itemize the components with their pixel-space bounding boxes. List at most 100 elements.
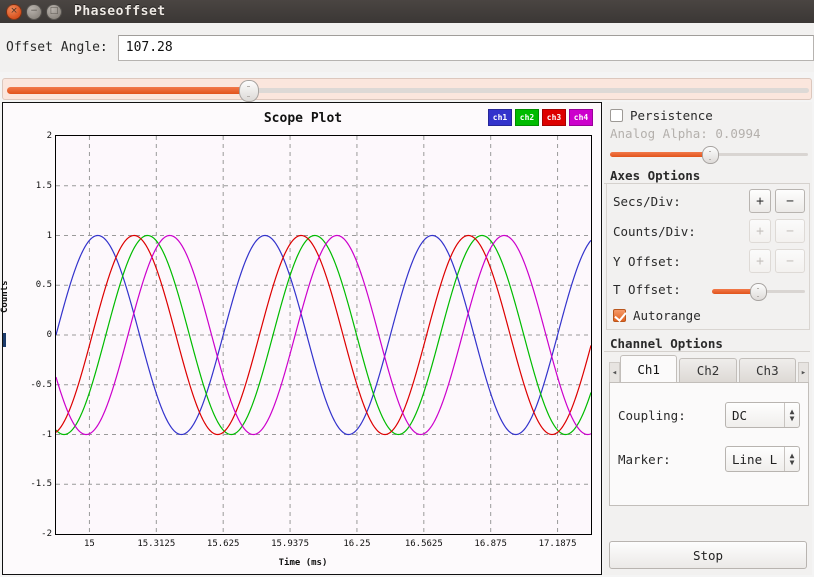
y-tick-label: 1: [46, 230, 52, 241]
alpha-slider-fill: [610, 152, 709, 157]
offset-angle-slider[interactable]: [2, 78, 812, 102]
persistence-row[interactable]: Persistence: [604, 102, 812, 125]
x-tick-label: 16.5625: [404, 539, 443, 549]
persistence-label: Persistence: [630, 108, 713, 123]
marker-label: Marker:: [618, 451, 671, 467]
y-tick-label: 2: [46, 131, 52, 141]
t-offset-row: T Offset:: [607, 276, 809, 302]
window-titlebar: × − □ Phaseoffset: [0, 0, 814, 24]
stepper-down-icon: ▼: [789, 414, 795, 423]
counts-per-div-plus-button: +: [749, 219, 771, 243]
t-offset-slider[interactable]: [712, 282, 805, 301]
channel-options-title: Channel Options: [604, 330, 812, 352]
chevron-left-icon[interactable]: ◂: [609, 362, 620, 382]
x-axis-label: Time (ms): [278, 558, 328, 568]
y-tick-label: -0.5: [30, 379, 52, 390]
autorange-checkbox[interactable]: [613, 309, 626, 322]
channel-tabs: ◂ Ch1 Ch2 Ch3 ▸: [609, 355, 809, 382]
y-offset-plus-button: +: [749, 249, 771, 273]
axes-options-title: Axes Options: [604, 162, 812, 184]
offset-angle-row: Offset Angle: 107.28: [0, 23, 814, 72]
marker-row: Marker: Line L ▲ ▼: [610, 437, 808, 481]
axes-options-group: Secs/Div: + − Counts/Div: + − Y Offset: …: [606, 183, 810, 330]
waveform-svg: [56, 136, 591, 534]
legend-ch4[interactable]: ch4: [569, 109, 593, 126]
y-tick-label: -2: [41, 529, 52, 539]
counts-per-div-row: Counts/Div: + −: [607, 216, 809, 246]
counts-per-div-minus-button: −: [775, 219, 805, 243]
legend-ch2[interactable]: ch2: [515, 109, 539, 126]
slider-handle[interactable]: [238, 80, 259, 102]
stepper-down-icon: ▼: [789, 458, 795, 467]
legend-ch1-label: ch1: [492, 113, 508, 122]
legend-ch4-label: ch4: [573, 113, 589, 122]
x-tick-label: 16.25: [343, 539, 371, 549]
legend-ch3-label: ch3: [546, 113, 562, 122]
y-tick-label: 0.5: [35, 280, 52, 291]
marker-value: Line L: [732, 451, 778, 467]
y-axis-ticks: 2 1.5 1 0.5 0 -0.5 -1 -1.5 -2: [3, 131, 52, 539]
marker-select[interactable]: Line L ▲ ▼: [725, 446, 800, 472]
y-offset-label: Y Offset:: [613, 253, 681, 269]
x-tick-label: 15.3125: [137, 539, 176, 549]
t-offset-handle[interactable]: [749, 282, 767, 301]
coupling-label: Coupling:: [618, 407, 686, 423]
application-window: × − □ Phaseoffset Offset Angle: 107.28 S…: [0, 0, 814, 577]
y-offset-row: Y Offset: + −: [607, 246, 809, 276]
y-offset-minus-button: −: [775, 249, 805, 273]
secs-per-div-plus-button[interactable]: +: [749, 189, 771, 213]
analog-alpha-row: Analog Alpha: 0.0994: [604, 125, 812, 143]
edge-artifact: [3, 333, 6, 347]
analog-alpha-label: Analog Alpha:: [610, 126, 708, 141]
slider-fill: [7, 87, 248, 94]
coupling-stepper-icon[interactable]: ▲ ▼: [784, 403, 799, 427]
minimize-glyph: −: [30, 6, 38, 16]
marker-stepper-icon[interactable]: ▲ ▼: [784, 447, 799, 471]
x-tick-label: 17.1875: [538, 539, 577, 549]
coupling-row: Coupling: DC ▲ ▼: [610, 393, 808, 437]
channel-legend: ch1 ch2 ch3 ch4: [488, 109, 593, 126]
y-tick-label: 1.5: [35, 180, 52, 191]
window-controls: × − □: [6, 3, 62, 20]
persistence-checkbox[interactable]: [610, 109, 623, 122]
maximize-icon[interactable]: □: [46, 3, 62, 20]
autorange-label: Autorange: [633, 308, 701, 323]
x-tick-label: 15.625: [206, 539, 240, 549]
window-title: Phaseoffset: [74, 4, 166, 19]
tab-ch3[interactable]: Ch3: [738, 358, 796, 382]
legend-ch3[interactable]: ch3: [542, 109, 566, 126]
analog-alpha-slider[interactable]: [610, 146, 808, 164]
secs-per-div-row: Secs/Div: + −: [607, 186, 809, 216]
chevron-right-icon[interactable]: ▸: [797, 362, 809, 382]
close-icon[interactable]: ×: [6, 3, 22, 20]
y-tick-label: -1.5: [30, 479, 52, 490]
x-tick-label: 16.875: [474, 539, 507, 549]
minimize-icon[interactable]: −: [26, 3, 42, 20]
analog-alpha-value: 0.0994: [715, 126, 761, 141]
x-tick-label: 15: [84, 539, 95, 549]
close-glyph: ×: [10, 6, 18, 16]
offset-angle-input[interactable]: 107.28: [117, 34, 814, 61]
x-tick-label: 15.9375: [271, 539, 310, 549]
scope-plot-panel: Scope Plot ch1 ch2 ch3 ch4 Counts 2 1.5 1 0…: [0, 102, 602, 575]
coupling-value: DC: [732, 407, 748, 423]
channel-tab-panel: Coupling: DC ▲ ▼ Marker: Line L ▲ ▼: [609, 382, 809, 506]
y-tick-label: 0: [46, 330, 52, 340]
maximize-glyph: □: [49, 6, 59, 16]
coupling-select[interactable]: DC ▲ ▼: [725, 402, 800, 428]
plot-canvas: [55, 135, 592, 535]
y-tick-label: -1: [41, 429, 52, 440]
stop-button[interactable]: Stop: [609, 541, 807, 569]
secs-per-div-minus-button[interactable]: −: [775, 189, 805, 213]
x-axis-ticks: 15 15.3125 15.625 15.9375 16.25 16.5625 16.875…: [55, 539, 592, 553]
tab-ch2[interactable]: Ch2: [679, 358, 737, 382]
options-sidebar: Persistence Analog Alpha: 0.0994 Axes Op…: [604, 102, 812, 575]
t-offset-label: T Offset:: [613, 281, 681, 297]
legend-ch2-label: ch2: [519, 113, 535, 122]
autorange-row[interactable]: Autorange: [607, 302, 809, 325]
legend-ch1[interactable]: ch1: [488, 109, 512, 126]
counts-per-div-label: Counts/Div:: [613, 223, 696, 239]
secs-per-div-label: Secs/Div:: [613, 193, 681, 209]
tab-ch1[interactable]: Ch1: [620, 355, 678, 382]
offset-angle-label: Offset Angle:: [6, 40, 108, 55]
